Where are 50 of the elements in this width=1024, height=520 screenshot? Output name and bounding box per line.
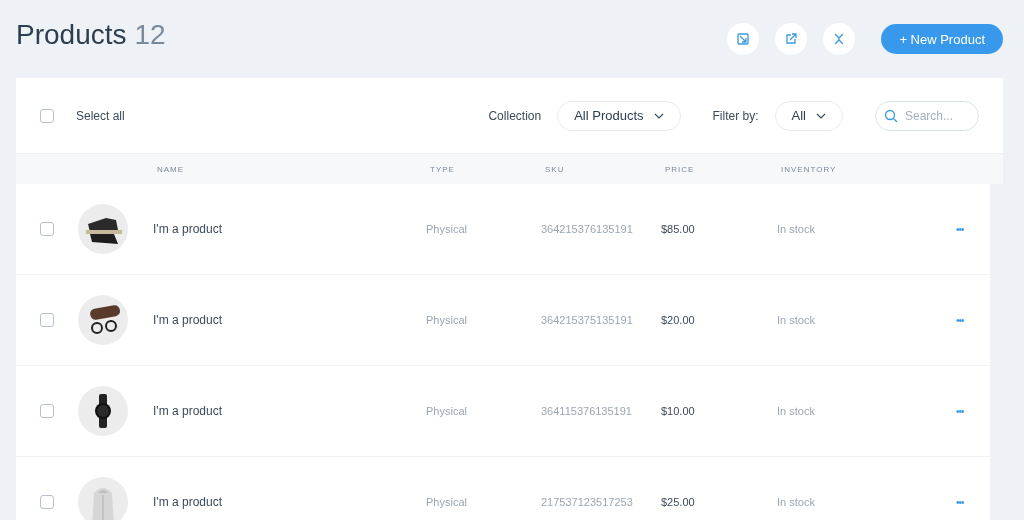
table-cell-text: Physical <box>426 496 468 508</box>
product-count: 12 <box>134 19 166 51</box>
table-cell-text: In stock <box>777 223 816 235</box>
merge-button[interactable] <box>823 23 856 55</box>
search-field[interactable]: Search... <box>875 100 979 131</box>
row-checkbox[interactable] <box>40 495 54 509</box>
chevron-icon <box>653 112 664 119</box>
chevron-icon <box>816 112 826 119</box>
row-checkbox[interactable] <box>40 222 54 236</box>
product-name: I'm a product <box>153 313 223 327</box>
table-cell-text: Physical <box>426 223 468 235</box>
filter-dropdown[interactable]: All <box>774 100 843 131</box>
row-checkbox[interactable] <box>40 313 54 327</box>
table-cell-text: 364215375135191 <box>541 314 634 326</box>
product-name: I'm a product <box>153 404 223 418</box>
table-cell-text: $10.00 <box>661 405 696 417</box>
column-header: TYPE <box>429 164 456 174</box>
collection-label: Collection <box>488 108 542 123</box>
filter-label: Filter by: <box>712 108 759 123</box>
box-arrow-icon <box>736 32 751 46</box>
product-name: I'm a product <box>153 495 223 509</box>
product-name: I'm a product <box>153 222 223 236</box>
table-cell-text: Physical <box>426 405 468 417</box>
table-cell-text: Physical <box>426 314 468 326</box>
table-cell-text: 364215376135191 <box>541 223 634 235</box>
table-cell-text: $20.00 <box>661 314 696 326</box>
page-title: Products <box>16 19 127 51</box>
column-header: NAME <box>156 164 186 174</box>
select-all-checkbox[interactable] <box>40 108 54 123</box>
table-cell-text: In stock <box>777 314 816 326</box>
table-row[interactable]: I'm a product Physical 364215375135191 $20.00 In stock ••• <box>16 275 990 366</box>
table-row[interactable]: I'm a product Physical 217537123517253 $25.00 In stock ••• <box>16 457 990 520</box>
export-button[interactable] <box>775 23 808 55</box>
external-link-icon <box>784 32 799 46</box>
search-icon <box>884 108 898 123</box>
table-cell-text: In stock <box>777 405 816 417</box>
table-cell-text: 364115376135191 <box>541 405 633 417</box>
table-cell-text: $25.00 <box>661 496 696 508</box>
table-row[interactable]: I'm a product Physical 364115376135191 $10.00 In stock ••• <box>16 366 990 457</box>
row-checkbox[interactable] <box>40 404 54 418</box>
table-cell-text: 217537123517253 <box>541 496 634 508</box>
collection-dropdown[interactable]: All Products <box>557 100 681 131</box>
column-header: PRICE <box>664 164 696 174</box>
table-cell-text: In stock <box>777 496 816 508</box>
column-header: SKU <box>544 164 566 174</box>
table-cell-text: $85.00 <box>661 223 696 235</box>
import-button[interactable] <box>727 23 760 55</box>
column-header: INVENTORY <box>780 164 838 174</box>
select-all-label: Select all <box>76 108 125 123</box>
table-row[interactable]: I'm a product Physical 364215376135191 $85.00 In stock ••• <box>16 184 990 275</box>
